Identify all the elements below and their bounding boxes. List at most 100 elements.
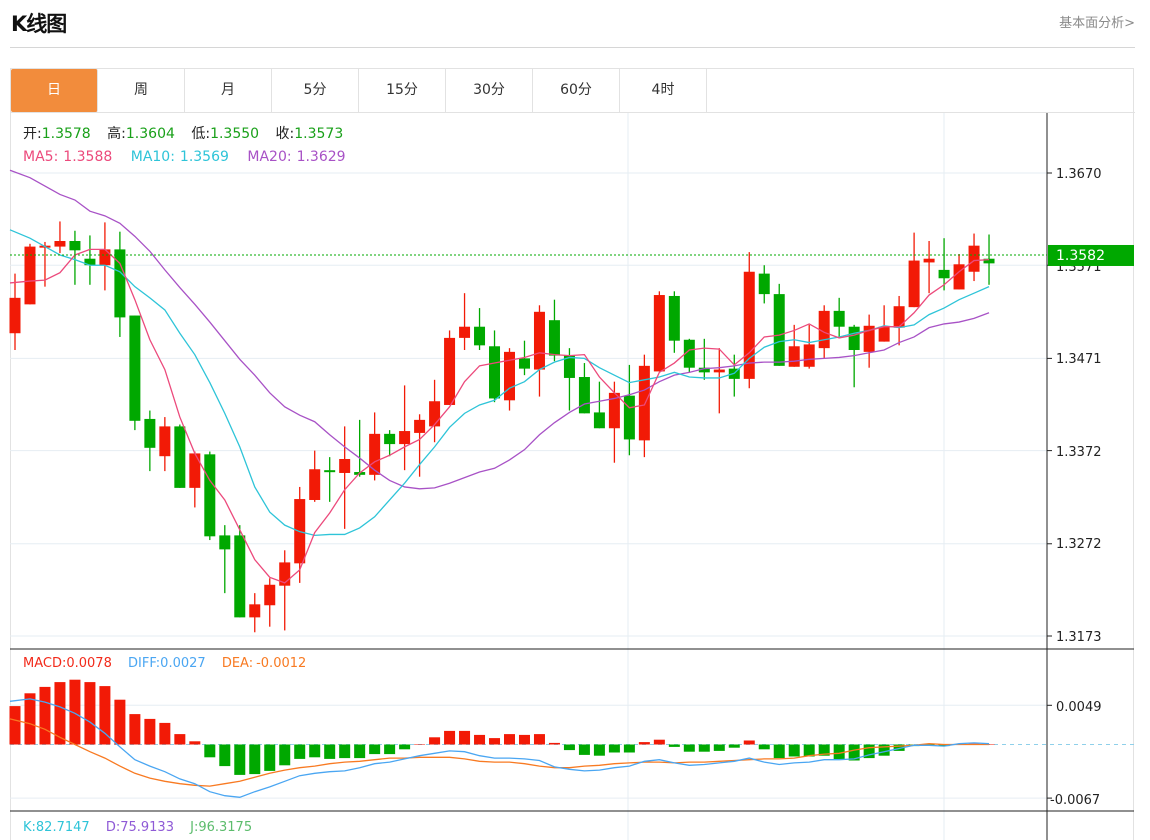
low-label: 低:	[191, 126, 210, 142]
macd-bar	[713, 744, 725, 751]
ma10-label: MA10:	[131, 149, 175, 165]
macd-bar	[9, 706, 21, 745]
candle-up	[159, 417, 171, 472]
candle-body	[324, 470, 336, 473]
macd-bar	[444, 730, 456, 745]
open-label: 开:	[23, 126, 42, 142]
close-label: 收:	[276, 126, 295, 142]
candle-body	[399, 431, 411, 445]
candle-body	[384, 433, 396, 445]
candle-down	[84, 235, 96, 285]
candle-up	[309, 450, 321, 502]
macd-grid	[10, 704, 1134, 799]
ma5-value: 1.3588	[63, 149, 112, 165]
candle-body	[533, 311, 545, 370]
last-price-label: 1.3582	[1056, 248, 1105, 264]
candle-body	[908, 260, 920, 308]
candle-up	[99, 222, 111, 291]
macd-bar	[578, 744, 590, 755]
candle-up	[923, 241, 935, 294]
candle-body	[803, 344, 815, 367]
candle-up	[908, 232, 920, 308]
candle-up	[444, 330, 456, 405]
dea-value: -0.0012	[256, 656, 306, 671]
open-value: 1.3578	[42, 126, 91, 142]
macd-bar	[698, 744, 710, 752]
ma5-line	[9, 248, 990, 584]
candle-body	[848, 326, 860, 351]
candle-down	[204, 451, 216, 541]
macd-bar	[174, 734, 186, 745]
candle-down	[144, 410, 156, 472]
candle-body	[968, 245, 980, 272]
macd-bar	[758, 744, 770, 750]
macd-bar	[249, 744, 261, 775]
diff-label: DIFF:	[128, 656, 160, 671]
candle-down	[938, 238, 950, 291]
macd-bar	[489, 738, 501, 745]
candle-body	[204, 454, 216, 537]
macd-bar	[294, 744, 306, 759]
macd-bar	[533, 734, 545, 745]
macd-bar	[114, 699, 126, 745]
kline-chart[interactable]: 1.3670 1.3571 1.3471 1.3372 1.3272 1.317…	[0, 0, 1150, 840]
candle-down	[219, 525, 231, 594]
d-label: D:	[106, 820, 120, 835]
candle-body	[668, 295, 680, 341]
candle-down	[773, 283, 785, 366]
candle-body	[219, 535, 231, 550]
dea-line	[9, 718, 990, 787]
macd-bar	[548, 742, 560, 745]
y-tick: 1.3173	[1056, 630, 1102, 645]
candle-body	[429, 401, 441, 427]
candle-up	[54, 221, 66, 254]
candle-body	[9, 297, 21, 334]
macd-bar	[309, 744, 321, 758]
candles	[9, 221, 995, 633]
macd-bar	[24, 693, 36, 745]
candle-body	[518, 358, 530, 369]
candle-body	[99, 249, 111, 266]
macd-bar	[204, 744, 216, 758]
candle-down	[354, 419, 366, 477]
diff-value: 0.0027	[160, 656, 206, 671]
macd-label: MACD:	[23, 656, 66, 671]
macd-bar	[638, 742, 650, 745]
macd-bar	[399, 744, 411, 750]
ma10-value: 1.3569	[180, 149, 229, 165]
macd-bar	[653, 739, 665, 745]
macd-bar	[593, 744, 605, 756]
ma20-label: MA20:	[247, 149, 291, 165]
candle-down	[548, 299, 560, 362]
candle-body	[414, 419, 426, 433]
candle-down	[683, 338, 695, 373]
macd-bar	[429, 737, 441, 745]
macd-bar	[518, 734, 530, 745]
candle-body	[369, 433, 381, 475]
candle-body	[878, 326, 890, 342]
candle-down	[129, 315, 141, 431]
macd-bar	[279, 744, 291, 766]
low-value: 1.3550	[210, 126, 259, 142]
macd-bars	[9, 679, 995, 775]
macd-bar	[668, 744, 680, 747]
macd-bar	[459, 730, 471, 745]
y-tick: 1.3372	[1056, 445, 1102, 460]
ma20-line	[9, 169, 990, 490]
candle-up	[878, 305, 890, 342]
candle-body	[474, 326, 486, 346]
candle-down	[698, 338, 710, 380]
candle-body	[713, 369, 725, 373]
candle-body	[578, 377, 590, 414]
candle-body	[339, 458, 351, 473]
candle-body	[459, 326, 471, 338]
candle-down	[324, 457, 336, 502]
ma-legend: MA5: 1.3588 MA10: 1.3569 MA20: 1.3629	[23, 149, 346, 165]
candle-body	[623, 395, 635, 440]
candle-body	[923, 258, 935, 263]
macd-bar	[339, 744, 351, 759]
macd-bar	[159, 722, 171, 745]
candle-body	[893, 306, 905, 328]
candle-down	[758, 265, 770, 304]
macd-bar	[189, 741, 201, 745]
